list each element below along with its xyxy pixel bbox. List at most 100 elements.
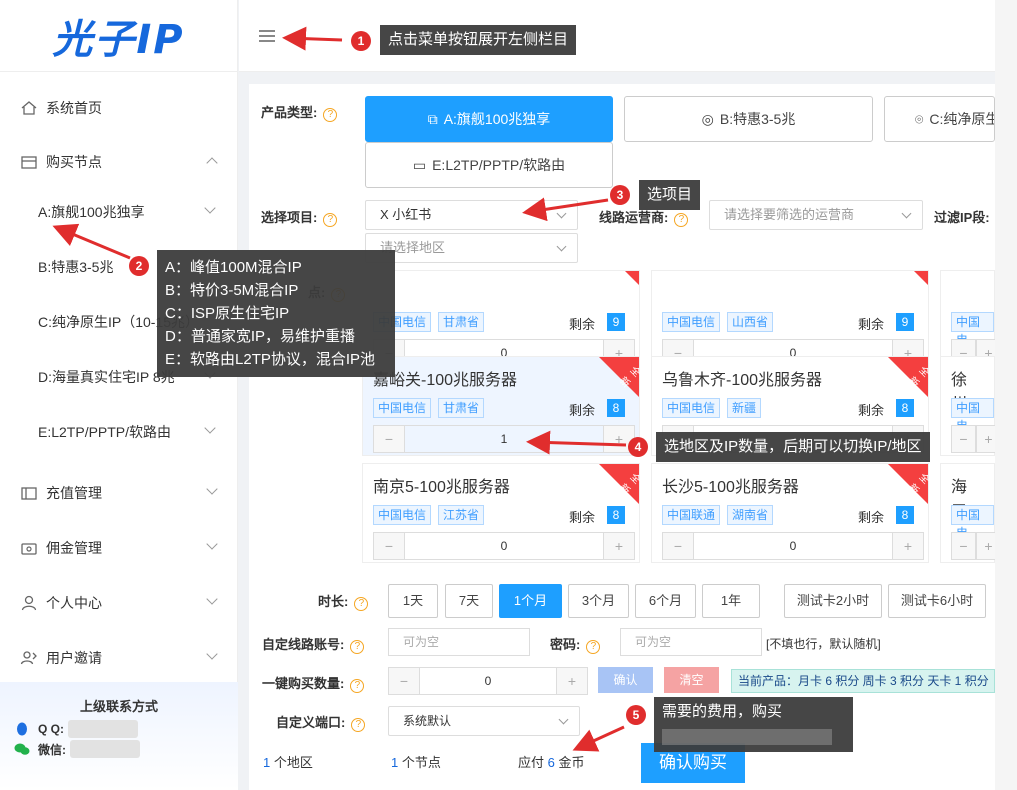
new-badge: 全新 (888, 464, 931, 504)
bulk-clear-button[interactable]: 清空 (664, 667, 719, 693)
duration-option[interactable]: 测试卡2小时 (784, 584, 882, 618)
isp-tag: 中国电 (951, 505, 994, 540)
help-icon[interactable]: ? (323, 108, 338, 122)
help-icon[interactable]: ? (351, 718, 366, 732)
server-name: 南京5-100兆服务器 (373, 479, 510, 496)
quantity-value[interactable]: 1 (404, 426, 604, 452)
annotation-badge-3: 3 (610, 185, 630, 205)
sidebar-item-label: A:旗舰100兆独享 (38, 204, 145, 220)
isp-tag: 中国联通 (662, 505, 721, 525)
wechat-redacted (70, 740, 140, 758)
sidebar-item-profile[interactable]: 个人中心 (0, 583, 238, 623)
region-select[interactable]: 请选择地区 (365, 233, 578, 263)
sidebar-item-invite[interactable]: 用户邀请 (0, 638, 238, 678)
summary-nodes: 1 个节点 (391, 755, 441, 770)
minus-icon[interactable]: − (374, 533, 404, 559)
remaining-count: 8 (896, 506, 914, 524)
help-icon[interactable]: ? (350, 679, 365, 693)
quantity-stepper[interactable]: −+ (951, 532, 1001, 560)
plus-icon[interactable]: + (557, 668, 587, 694)
summary-regions: 1 个地区 (263, 755, 313, 770)
bulk-qty-stepper[interactable]: −0 + (388, 667, 588, 695)
duration-option[interactable]: 1天 (388, 584, 438, 618)
server-card[interactable]: 中国电−+ (940, 270, 1001, 370)
help-icon[interactable]: ? (323, 213, 338, 227)
tab-product-c[interactable]: ⌾ C:纯净原生 (884, 96, 995, 142)
duration-option[interactable]: 测试卡6小时 (888, 584, 986, 618)
project-label: 选择项目:? (261, 207, 338, 227)
sidebar-item-buy-node[interactable]: 购买节点 (0, 142, 238, 182)
sidebar-item-home[interactable]: 系统首页 (0, 88, 238, 128)
custom-account-label: 自定线路账号:? (262, 634, 365, 654)
logo[interactable]: 光子IP (0, 0, 237, 72)
duration-option[interactable]: 1个月 (499, 584, 562, 618)
duration-option[interactable]: 6个月 (635, 584, 696, 618)
remaining-label: 剩余 (857, 510, 884, 525)
menu-icon[interactable] (259, 30, 275, 42)
qq-icon (17, 722, 27, 736)
server-card[interactable]: 中国电信甘肃省剩余9−0+ (362, 270, 640, 370)
server-card[interactable]: 海口-1中国电−+ (940, 463, 1001, 563)
quantity-stepper[interactable]: −0+ (662, 532, 924, 560)
quantity-stepper[interactable]: −0+ (373, 532, 635, 560)
server-card[interactable]: 中国电信 山西省 剩余 9−0 + (651, 270, 929, 370)
sidebar-item-e[interactable]: E:L2TP/PPTP/软路由 (0, 412, 238, 452)
sidebar-item-a[interactable]: A:旗舰100兆独享 (0, 192, 238, 232)
isp-tag: 中国电信 (373, 505, 432, 525)
duration-option[interactable]: 1年 (702, 584, 760, 618)
server-card[interactable]: 徐州-1中国电−+ (940, 356, 1001, 456)
region-tag: 甘肃省 (438, 398, 485, 418)
server-card[interactable]: 全新 长沙5-100兆服务器 中国联通 湖南省 剩余 8 −0 + (651, 463, 931, 563)
isp-label: 线路运营商:? (599, 207, 689, 227)
remaining-label: 剩余 (857, 317, 884, 332)
tab-product-e[interactable]: ▭ E:L2TP/PPTP/软路由 (365, 142, 613, 188)
port-select[interactable]: 系统默认 (388, 706, 580, 736)
quantity-value[interactable]: 0 (693, 533, 893, 559)
help-icon[interactable]: ? (674, 213, 689, 227)
sidebar-item-label: 佣金管理 (46, 540, 102, 556)
minus-icon[interactable]: − (374, 426, 404, 452)
quantity-stepper[interactable]: −+ (951, 425, 1001, 453)
chevron-down-icon (206, 483, 218, 495)
minus-icon[interactable]: − (389, 668, 419, 694)
help-icon[interactable]: ? (350, 640, 365, 654)
minus-icon[interactable]: − (663, 533, 693, 559)
isp-select[interactable]: 请选择要筛选的运营商 (709, 200, 923, 230)
server-card[interactable]: 全新 嘉峪关-100兆服务器 中国电信 甘肃省 剩余 8−1 + (362, 356, 642, 456)
server-card[interactable]: 全新 南京5-100兆服务器 中国电信 江苏省 剩余 8 −0 + (362, 463, 642, 563)
password-input[interactable]: 可为空 (620, 628, 762, 656)
region-tag: 湖南省 (727, 505, 774, 525)
help-icon[interactable]: ? (354, 597, 369, 611)
new-badge: 全新 (888, 357, 931, 397)
ip-filter-label: 过滤IP段: (934, 210, 990, 225)
remaining-count: 8 (896, 399, 914, 417)
bulk-confirm-button[interactable]: 确认 (598, 667, 653, 693)
scroll-strip (995, 0, 1017, 790)
project-select[interactable]: X 小红书 (365, 200, 578, 230)
current-product-info: 当前产品：月卡 6 积分 周卡 3 积分 天卡 1 积分 (731, 669, 995, 693)
help-icon[interactable]: ? (586, 640, 601, 654)
sidebar-item-label: 系统首页 (46, 100, 102, 116)
sidebar-item-recharge[interactable]: 充值管理 (0, 473, 238, 513)
chevron-down-icon (206, 593, 218, 605)
plus-icon[interactable]: + (893, 533, 923, 559)
tab-product-b[interactable]: ◎ B:特惠3-5兆 (624, 96, 873, 142)
remaining-label: 剩余 (568, 510, 595, 525)
duration-option[interactable]: 7天 (445, 584, 493, 618)
duration-option[interactable]: 3个月 (568, 584, 629, 618)
chevron-down-icon (206, 648, 218, 660)
new-badge: 全新 (599, 357, 642, 397)
tab-product-a[interactable]: ⧉ A:旗舰100兆独享 (365, 96, 613, 142)
remaining-count: 8 (607, 399, 625, 417)
custom-account-input[interactable]: 可为空 (388, 628, 530, 656)
quantity-stepper[interactable]: −1 + (373, 425, 635, 453)
quantity-value[interactable]: 0 (404, 533, 604, 559)
minus-icon[interactable]: − (952, 426, 975, 452)
bulk-qty-value[interactable]: 0 (419, 668, 557, 694)
shop-icon (21, 156, 37, 169)
minus-icon[interactable]: − (952, 533, 975, 559)
chevron-down-icon (204, 422, 216, 434)
annotation-tip-2: A：峰值100M混合IP B：特价3-5M混合IP C：ISP原生住宅IP D：… (157, 250, 395, 377)
plus-icon[interactable]: + (604, 533, 634, 559)
sidebar-item-commission[interactable]: 佣金管理 (0, 528, 238, 568)
